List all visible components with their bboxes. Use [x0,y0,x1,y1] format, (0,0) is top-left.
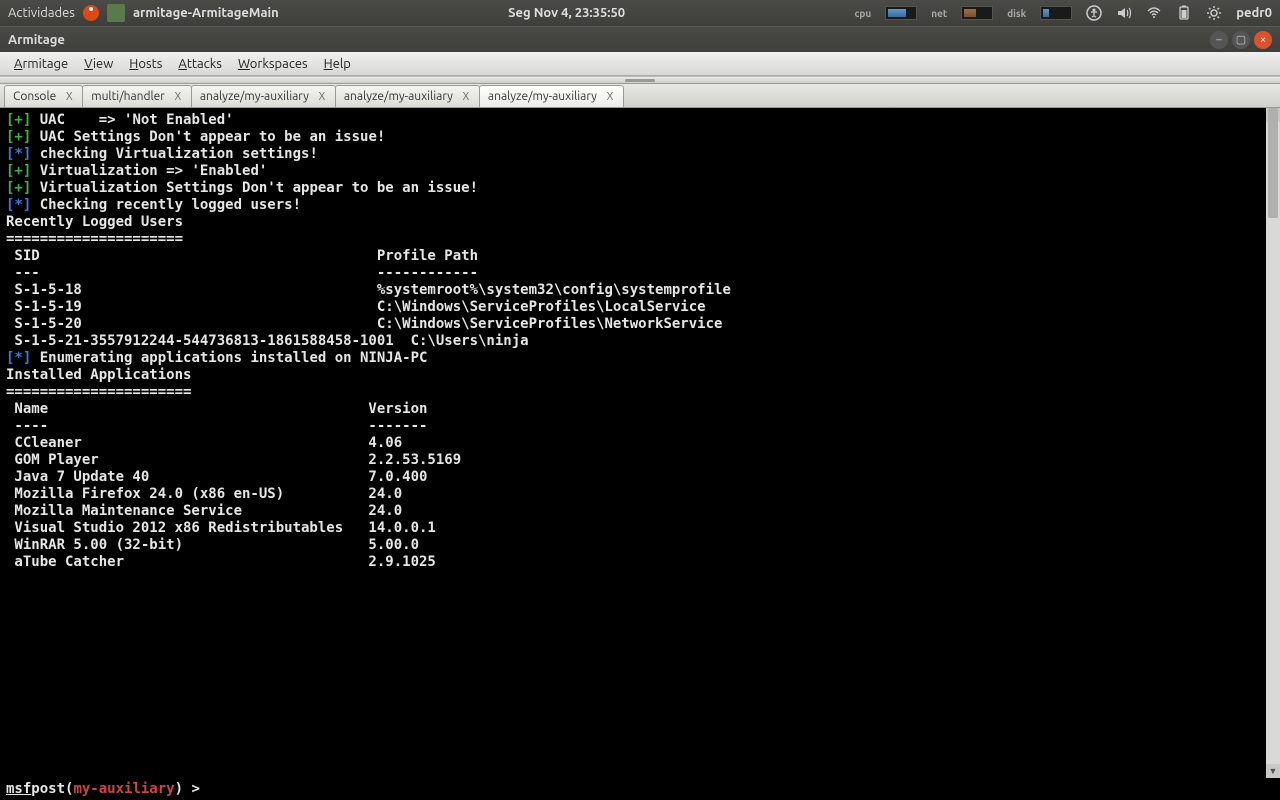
cpu-label: cpu [854,8,871,19]
disk-gauge[interactable] [1040,6,1072,20]
prompt-msf: msf [6,781,31,797]
console-line: Recently Logged Users [6,214,1274,231]
console-line: ===================== [6,231,1274,248]
prompt-pre: post( [31,781,73,797]
tab-1[interactable]: multi/handler X [82,85,192,107]
console-line: --- ------------ [6,265,1274,282]
console-line: Visual Studio 2012 x86 Redistributables … [6,520,1274,537]
tab-close-icon[interactable]: X [315,90,329,104]
menu-view[interactable]: View [76,55,121,73]
activities-button[interactable]: Actividades [8,6,75,20]
tab-label: Console [13,90,56,103]
scroll-down-arrow[interactable]: ▼ [1266,764,1280,778]
menu-hosts[interactable]: Hosts [121,55,170,73]
tab-row: Console Xmulti/handler Xanalyze/my-auxilia… [0,84,1280,108]
console-line: Mozilla Maintenance Service 24.0 [6,503,1274,520]
scrollbar-thumb[interactable] [1268,108,1278,218]
tab-close-icon[interactable]: X [603,90,617,104]
active-app-title[interactable]: armitage-ArmitageMain [133,6,279,20]
console-line: [+] Virtualization => 'Enabled' [6,163,1274,180]
split-handle[interactable] [0,76,1280,84]
tab-close-icon[interactable]: X [459,90,473,104]
console-line: CCleaner 4.06 [6,435,1274,452]
gear-icon[interactable] [1206,5,1222,21]
console-output[interactable]: [+] UAC => 'Not Enabled'[+] UAC Settings… [0,108,1280,778]
wifi-icon[interactable] [1146,5,1162,21]
window-title: Armitage [8,33,1210,47]
console-line: S-1-5-19 C:\Windows\ServiceProfiles\Loca… [6,299,1274,316]
menu-armitage[interactable]: Armitage [6,55,76,73]
menu-attacks[interactable]: Attacks [170,55,230,73]
tab-label: multi/handler [91,90,165,103]
console-line: S-1-5-20 C:\Windows\ServiceProfiles\Netw… [6,316,1274,333]
menu-help[interactable]: Help [316,55,359,73]
console-line: ---- ------- [6,418,1274,435]
menubar: ArmitageViewHostsAttacksWorkspacesHelp [0,52,1280,76]
console-line: Mozilla Firefox 24.0 (x86 en-US) 24.0 [6,486,1274,503]
console-line: [*] checking Virtualization settings! [6,146,1274,163]
net-gauge[interactable] [961,6,993,20]
console-panel: [+] UAC => 'Not Enabled'[+] UAC Settings… [0,108,1280,800]
console-line: aTube Catcher 2.9.1025 [6,554,1274,571]
console-line: Java 7 Update 40 7.0.400 [6,469,1274,486]
console-line: SID Profile Path [6,248,1274,265]
console-line: S-1-5-21-3557912244-544736813-1861588458… [6,333,1274,350]
menu-workspaces[interactable]: Workspaces [230,55,316,73]
console-line: [+] Virtualization Settings Don't appear… [6,180,1274,197]
console-line: [+] UAC Settings Don't appear to be an i… [6,129,1274,146]
panel-clock[interactable]: Seg Nov 4, 23:35:50 [279,6,855,20]
window-titlebar[interactable]: Armitage – ▢ × [0,26,1280,52]
tab-label: analyze/my-auxiliary [488,90,597,103]
tab-label: analyze/my-auxiliary [344,90,453,103]
console-line: WinRAR 5.00 (32-bit) 5.00.0 [6,537,1274,554]
console-line: S-1-5-18 %systemroot%\system32\config\sy… [6,282,1274,299]
volume-icon[interactable] [1116,5,1132,21]
prompt-post: ) > [175,781,200,797]
net-label: net [931,8,947,19]
accessibility-icon[interactable] [1086,5,1102,21]
tab-0[interactable]: Console X [4,85,83,107]
console-line: [+] UAC => 'Not Enabled' [6,112,1274,129]
console-line: GOM Player 2.2.53.5169 [6,452,1274,469]
console-line: [*] Enumerating applications installed o… [6,350,1274,367]
tab-3[interactable]: analyze/my-auxiliary X [335,85,480,107]
disk-label: disk [1007,8,1026,19]
console-line: Installed Applications [6,367,1274,384]
ubuntu-logo-icon[interactable] [83,5,99,21]
tab-2[interactable]: analyze/my-auxiliary X [191,85,336,107]
prompt-module: my-auxiliary [73,781,174,797]
console-line: [*] Checking recently logged users! [6,197,1274,214]
close-button[interactable]: × [1254,31,1272,49]
tab-close-icon[interactable]: X [62,90,76,104]
vertical-scrollbar[interactable]: ▲ ▼ [1266,108,1280,778]
cpu-gauge[interactable] [885,6,917,20]
tab-4[interactable]: analyze/my-auxiliary X [479,85,624,107]
console-line: Name Version [6,401,1274,418]
user-menu[interactable]: pedr0 [1236,6,1272,20]
prompt-input[interactable]: msf post(my-auxiliary) > [0,778,1266,800]
console-line: ====================== [6,384,1274,401]
battery-icon[interactable] [1176,5,1192,21]
maximize-button[interactable]: ▢ [1232,31,1250,49]
minimize-button[interactable]: – [1210,31,1228,49]
tab-label: analyze/my-auxiliary [200,90,309,103]
desktop-top-panel: Actividades armitage-ArmitageMain Seg No… [0,0,1280,26]
tab-close-icon[interactable]: X [171,90,185,104]
active-app-icon[interactable] [107,4,125,22]
